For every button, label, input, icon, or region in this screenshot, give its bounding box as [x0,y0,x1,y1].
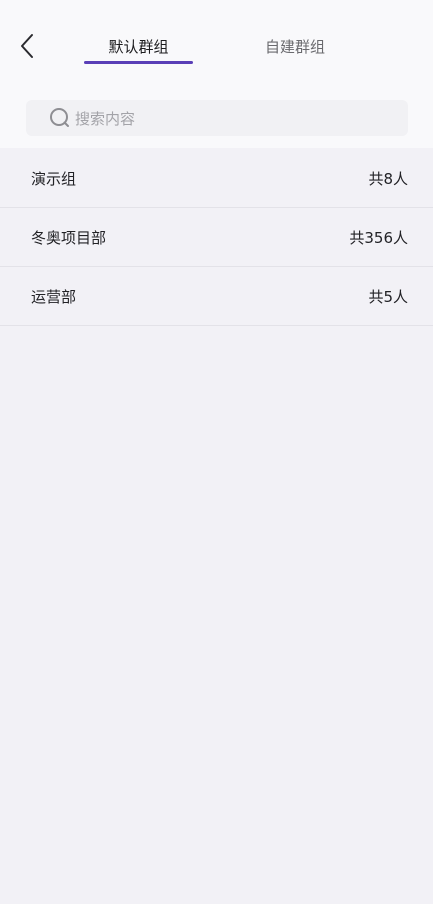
group-name: 冬奥项目部 [31,228,107,247]
group-member-count: 共356人 [349,228,408,247]
group-name: 运营部 [31,287,77,306]
group-row-operations[interactable]: 运营部 共5人 [0,267,433,326]
back-button[interactable] [12,30,42,62]
top-bar: 默认群组 自建群组 搜索内容 [0,0,433,148]
group-member-count: 共5人 [368,287,408,306]
tab-custom-groups[interactable]: 自建群组 [240,34,350,60]
group-row-demo[interactable]: 演示组 共8人 [0,149,433,208]
active-tab-indicator [84,61,193,64]
group-member-count: 共8人 [368,169,408,188]
group-name: 演示组 [31,169,77,188]
search-placeholder: 搜索内容 [75,109,136,128]
search-input[interactable]: 搜索内容 [26,100,408,136]
group-list: 演示组 共8人 冬奥项目部 共356人 运营部 共5人 [0,149,433,326]
tab-default-groups[interactable]: 默认群组 [84,34,193,60]
chevron-left-icon [21,34,33,58]
group-row-winter-olympics[interactable]: 冬奥项目部 共356人 [0,208,433,267]
search-icon [49,107,71,129]
